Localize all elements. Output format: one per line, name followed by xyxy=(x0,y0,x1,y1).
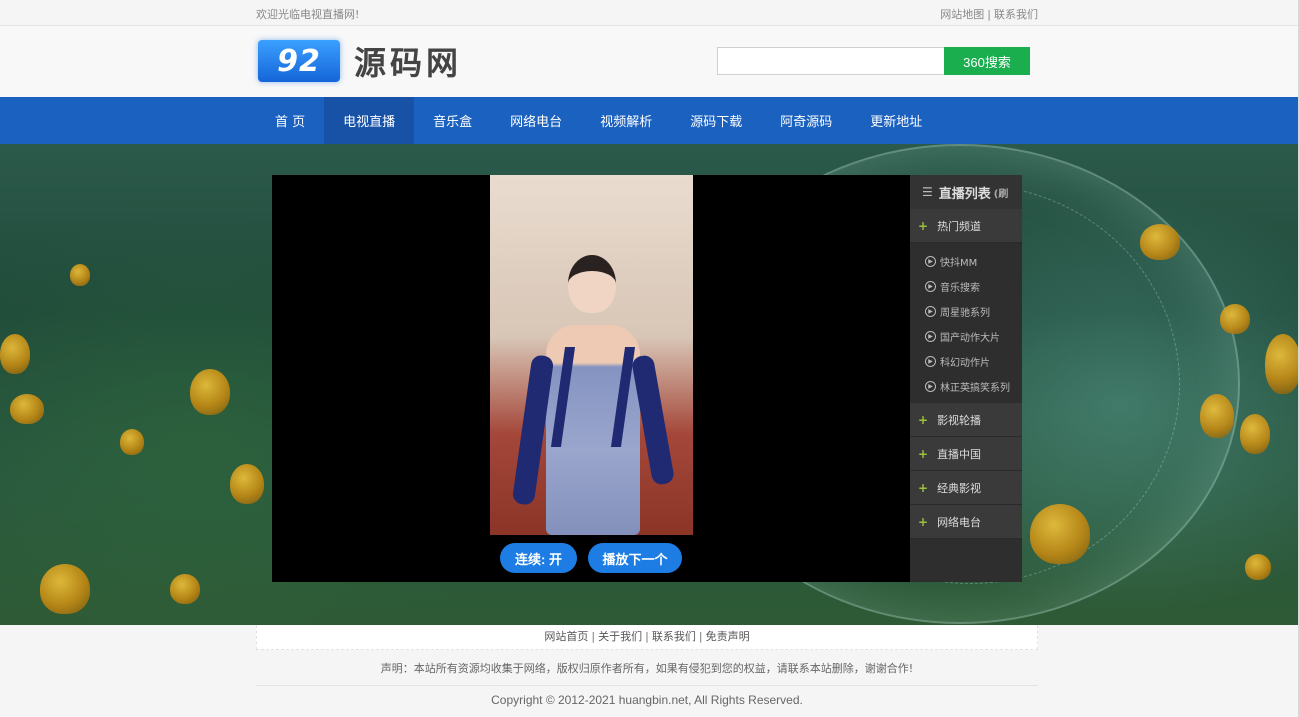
play-circle-icon: ▶ xyxy=(925,256,936,267)
jellyfish-decoration xyxy=(0,334,30,374)
jellyfish-decoration xyxy=(120,429,144,455)
search-button[interactable]: 360搜索 xyxy=(944,47,1030,75)
footer-link-home[interactable]: 网站首页 xyxy=(544,630,588,643)
playlist-group-label: 经典影视 xyxy=(937,481,982,495)
nav-video-parse[interactable]: 视频解析 xyxy=(581,97,671,144)
plus-icon: + xyxy=(918,514,929,529)
nav-update-address[interactable]: 更新地址 xyxy=(851,97,941,144)
footer-separator: | xyxy=(698,630,703,643)
contact-link[interactable]: 联系我们 xyxy=(994,8,1038,21)
video-person-image xyxy=(511,255,676,535)
plus-icon: + xyxy=(918,412,929,427)
jellyfish-decoration xyxy=(1240,414,1270,454)
footer-link-about[interactable]: 关于我们 xyxy=(598,630,642,643)
play-circle-icon: ▶ xyxy=(925,306,936,317)
playlist-group-label: 影视轮播 xyxy=(937,413,982,427)
search-input[interactable] xyxy=(717,47,945,75)
playlist-group-label: 网络电台 xyxy=(937,515,982,529)
play-next-button[interactable]: 播放下一个 xyxy=(588,543,682,573)
welcome-text: 欢迎光临电视直播网! xyxy=(256,8,360,21)
plus-icon: + xyxy=(918,446,929,461)
play-circle-icon: ▶ xyxy=(925,331,936,342)
jellyfish-decoration xyxy=(10,394,44,424)
playlist-item-label: 国产动作大片 xyxy=(940,333,1000,344)
loop-toggle-button[interactable]: 连续: 开 xyxy=(500,543,577,573)
plus-icon: + xyxy=(918,218,929,233)
jellyfish-decoration xyxy=(170,574,200,604)
footer-separator: | xyxy=(645,630,649,643)
jellyfish-decoration xyxy=(1265,334,1298,394)
playlist-header: ☰ 直播列表 (刷 xyxy=(910,175,1022,209)
jellyfish-decoration xyxy=(190,369,230,415)
jellyfish-decoration xyxy=(1200,394,1234,438)
playlist-group-film-carousel[interactable]: + 影视轮播 xyxy=(910,403,1022,437)
playlist-item[interactable]: ▶ 科幻动作片 xyxy=(910,349,1022,374)
video-player[interactable]: 连续: 开 播放下一个 xyxy=(272,175,910,582)
playlist-group-classic-film[interactable]: + 经典影视 xyxy=(910,471,1022,505)
jellyfish-decoration xyxy=(1245,554,1271,580)
sitemap-link[interactable]: 网站地图 xyxy=(940,8,984,21)
jellyfish-decoration xyxy=(1220,304,1250,334)
list-icon: ☰ xyxy=(922,185,933,199)
footer-link-disclaimer[interactable]: 免责声明 xyxy=(706,630,750,643)
top-bar: 欢迎光临电视直播网! 网站地图 | 联系我们 xyxy=(0,0,1300,26)
playlist-item[interactable]: ▶ 快抖MM xyxy=(910,249,1022,274)
playlist-title: 直播列表 xyxy=(938,186,991,202)
footer-divider xyxy=(256,685,1038,686)
top-separator: | xyxy=(987,8,991,21)
footer-link-contact[interactable]: 联系我们 xyxy=(652,630,696,643)
main-nav: 首 页 电视直播 音乐盒 网络电台 视频解析 源码下载 阿奇源码 更新地址 xyxy=(0,97,1300,144)
footer-separator: | xyxy=(591,630,596,643)
logo-mark: 92 xyxy=(258,40,340,82)
playlist-item-label: 科幻动作片 xyxy=(940,358,990,369)
playlist-item[interactable]: ▶ 林正英搞笑系列 xyxy=(910,374,1022,399)
footer-links: 网站首页 | 关于我们 | 联系我们 | 免责声明 xyxy=(256,625,1038,650)
nav-aqi-source[interactable]: 阿奇源码 xyxy=(761,97,851,144)
playlist-item[interactable]: ▶ 音乐搜索 xyxy=(910,274,1022,299)
jellyfish-decoration xyxy=(40,564,90,614)
play-circle-icon: ▶ xyxy=(925,281,936,292)
playlist-item[interactable]: ▶ 周星驰系列 xyxy=(910,299,1022,324)
site-logo[interactable]: 92 源码网 xyxy=(258,39,510,83)
copyright-text: Copyright © 2012-2021 huangbin.net, All … xyxy=(491,693,803,707)
playlist-group-label: 热门频道 xyxy=(937,219,982,233)
footer-notice: 声明：本站所有资源均收集于网络，版权归原作者所有，如果有侵犯到您的权益，请联系本… xyxy=(380,662,914,675)
nav-tv-live[interactable]: 电视直播 xyxy=(324,97,415,144)
playlist-item-label: 快抖MM xyxy=(940,258,978,269)
nav-web-radio[interactable]: 网络电台 xyxy=(491,97,581,144)
nav-source-download[interactable]: 源码下载 xyxy=(671,97,761,144)
logo-text: 源码网 xyxy=(354,44,463,82)
playlist-group-web-radio[interactable]: + 网络电台 xyxy=(910,505,1022,539)
plus-icon: + xyxy=(918,480,929,495)
playlist-panel: ☰ 直播列表 (刷 + 热门频道 ▶ 快抖MM ▶ 音乐搜索 ▶ 周星驰系列 ▶ 国产动… xyxy=(910,175,1022,582)
playlist-group-live-china[interactable]: + 直播中国 xyxy=(910,437,1022,471)
play-circle-icon: ▶ xyxy=(925,381,936,392)
jellyfish-decoration xyxy=(1140,224,1180,260)
playlist-group-label: 直播中国 xyxy=(937,447,982,461)
jellyfish-decoration xyxy=(1030,504,1090,564)
jellyfish-decoration xyxy=(230,464,264,504)
playlist-group-hot[interactable]: + 热门频道 xyxy=(910,209,1022,243)
nav-home[interactable]: 首 页 xyxy=(256,97,324,144)
playlist-item-label: 音乐搜索 xyxy=(940,283,980,294)
top-links: 网站地图 | 联系我们 xyxy=(940,6,1038,22)
playlist-items: ▶ 快抖MM ▶ 音乐搜索 ▶ 周星驰系列 ▶ 国产动作大片 ▶ 科幻动作片 ▶ 林正英搞笑… xyxy=(910,243,1022,403)
playlist-item[interactable]: ▶ 国产动作大片 xyxy=(910,324,1022,349)
jellyfish-decoration xyxy=(70,264,90,286)
video-frame[interactable] xyxy=(490,175,693,535)
nav-music-box[interactable]: 音乐盒 xyxy=(414,97,491,144)
playlist-item-label: 林正英搞笑系列 xyxy=(940,383,1010,394)
playlist-refresh[interactable]: (刷 xyxy=(994,185,1009,200)
playlist-item-label: 周星驰系列 xyxy=(940,308,990,319)
header: 92 源码网 360搜索 xyxy=(0,26,1300,97)
play-circle-icon: ▶ xyxy=(925,356,936,367)
